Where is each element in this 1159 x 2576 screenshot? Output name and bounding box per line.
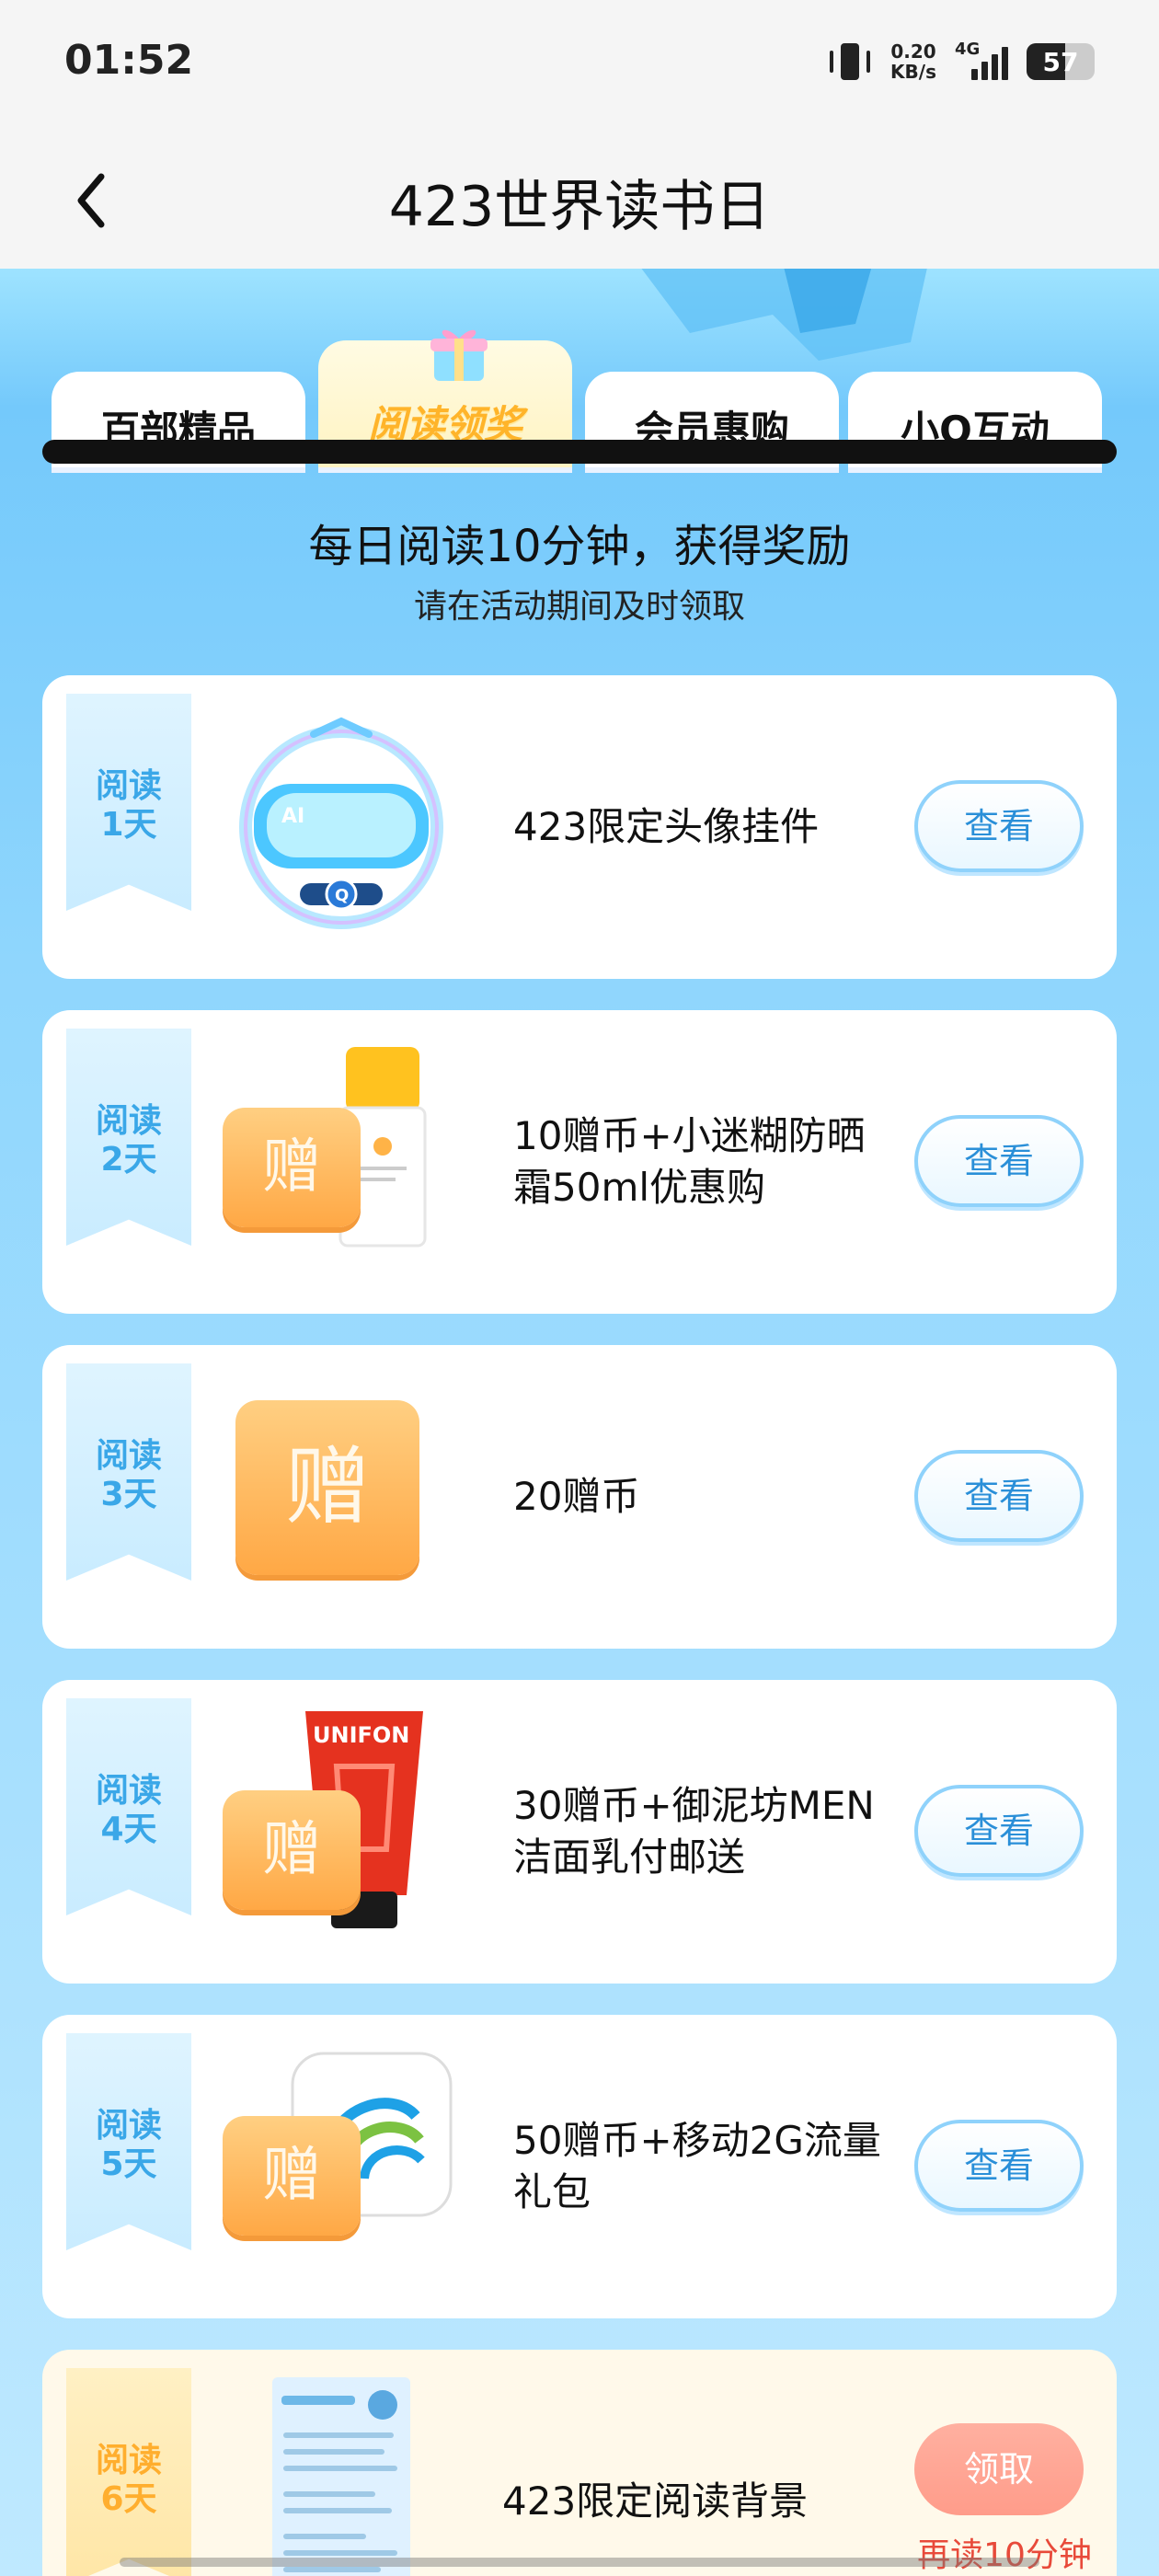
reward-title: 423限定头像挂件	[513, 804, 820, 849]
gift-coin-sunscreen-icon: 赠	[223, 1047, 456, 1277]
gift-coin-icon: 赠	[223, 2116, 361, 2236]
claim-button[interactable]: 领取	[914, 2423, 1084, 2515]
signal-icon: 4G	[955, 40, 1008, 80]
svg-text:AI: AI	[281, 805, 304, 828]
svg-text:Q: Q	[335, 886, 349, 905]
reward-title: 50赠币+移动2G流量礼包	[513, 2118, 881, 2214]
day-ribbon-line1: 阅读	[95, 2442, 162, 2479]
claim-requirement-note: 再读10分钟	[917, 2536, 1092, 2574]
reward-title: 10赠币+小迷糊防晒霜50ml优惠购	[513, 1113, 866, 1210]
day-ribbon-line2: 1天	[100, 806, 157, 844]
view-button[interactable]: 查看	[914, 780, 1084, 872]
navigation-bar: 423世界读书日	[0, 129, 1159, 269]
day-ribbon-line2: 4天	[100, 1811, 157, 1848]
reward-title: 423限定阅读背景	[502, 2478, 809, 2524]
activity-headline: 每日阅读10分钟，获得奖励	[308, 521, 851, 572]
day-ribbon-line1: 阅读	[95, 767, 162, 805]
status-time: 01:52	[64, 37, 194, 84]
reading-background-thumbnail	[272, 2377, 410, 2576]
view-button[interactable]: 查看	[914, 2120, 1084, 2212]
gift-box-icon	[430, 329, 488, 381]
network-type: 4G	[955, 40, 981, 59]
gift-coin-large-icon: 赠	[226, 1382, 456, 1612]
reward-title: 30赠币+御泥坊MEN洁面乳付邮送	[513, 1783, 875, 1880]
view-button[interactable]: 查看	[914, 1450, 1084, 1542]
day-ribbon-line1: 阅读	[95, 1772, 162, 1810]
reward-card-day-2: 阅读 2天 赠 10赠币+小迷糊防晒霜50ml优惠购 查看	[42, 1010, 1117, 1314]
day-ribbon: 阅读 1天	[66, 694, 191, 911]
reward-card-day-1: 阅读 1天 AI Q 423限定头像挂件 查看	[42, 675, 1117, 979]
gift-coin-icon: 赠	[235, 1400, 419, 1575]
network-speed-unit: KB/s	[890, 61, 936, 83]
day-ribbon-line2: 2天	[100, 1141, 157, 1179]
day-ribbon: 阅读 5天	[66, 2033, 191, 2250]
battery-percent: 57	[1042, 47, 1079, 77]
day-ribbon-line2: 5天	[100, 2145, 157, 2183]
gift-coin-cleanser-icon: UNIFON 赠	[223, 1711, 456, 1947]
vibrate-icon	[828, 41, 872, 82]
day-ribbon-line1: 阅读	[95, 1102, 162, 1140]
reward-card-day-5: 阅读 5天 赠 50赠币+移动2G流量礼包 查看	[42, 2015, 1117, 2318]
day-ribbon-line1: 阅读	[95, 2107, 162, 2145]
gift-coin-china-mobile-icon: 赠	[223, 2052, 456, 2282]
gift-coin-icon: 赠	[223, 1108, 361, 1227]
network-speed: 0.20 KB/s	[890, 41, 936, 82]
cleanser-brand-text: UNIFON	[313, 1722, 409, 1748]
battery-icon: 57	[1027, 43, 1095, 80]
status-indicators: 0.20 KB/s 4G 57	[828, 39, 1095, 85]
day-ribbon: 阅读 2天	[66, 1029, 191, 1246]
reward-card-day-3: 阅读 3天 赠 20赠币 查看	[42, 1345, 1117, 1649]
activity-panel: 百部精品 阅读领奖 会员惠购 小Q互动 每日阅读10分钟，获得奖励 请在活动期间…	[0, 269, 1159, 2576]
network-speed-value: 0.20	[890, 40, 936, 63]
gift-coin-icon: 赠	[223, 1790, 361, 1910]
view-button[interactable]: 查看	[914, 1115, 1084, 1207]
day-ribbon: 阅读 6天	[66, 2368, 191, 2576]
avatar-frame-icon: AI Q	[239, 717, 443, 929]
status-bar: 01:52 0.20 KB/s 4G 57	[0, 0, 1159, 129]
day-ribbon-line2: 6天	[100, 2480, 157, 2518]
reward-title: 20赠币	[513, 1474, 640, 1519]
activity-subline: 请在活动期间及时领取	[413, 588, 745, 626]
tab-underline-bar	[42, 440, 1117, 464]
page-title: 423世界读书日	[388, 175, 771, 239]
reward-card-day-6: 阅读 6天 423限定阅读背景 领取 再读10分钟	[42, 2350, 1117, 2576]
reward-card-day-4: 阅读 4天 UNIFON 赠 30赠币+御泥坊MEN洁面乳付邮送 查看	[42, 1680, 1117, 1984]
day-ribbon: 阅读 3天	[66, 1363, 191, 1581]
home-indicator[interactable]	[120, 2558, 1039, 2567]
view-button[interactable]: 查看	[914, 1785, 1084, 1877]
day-ribbon: 阅读 4天	[66, 1698, 191, 1915]
day-ribbon-line1: 阅读	[95, 1437, 162, 1475]
day-ribbon-line2: 3天	[100, 1476, 157, 1513]
